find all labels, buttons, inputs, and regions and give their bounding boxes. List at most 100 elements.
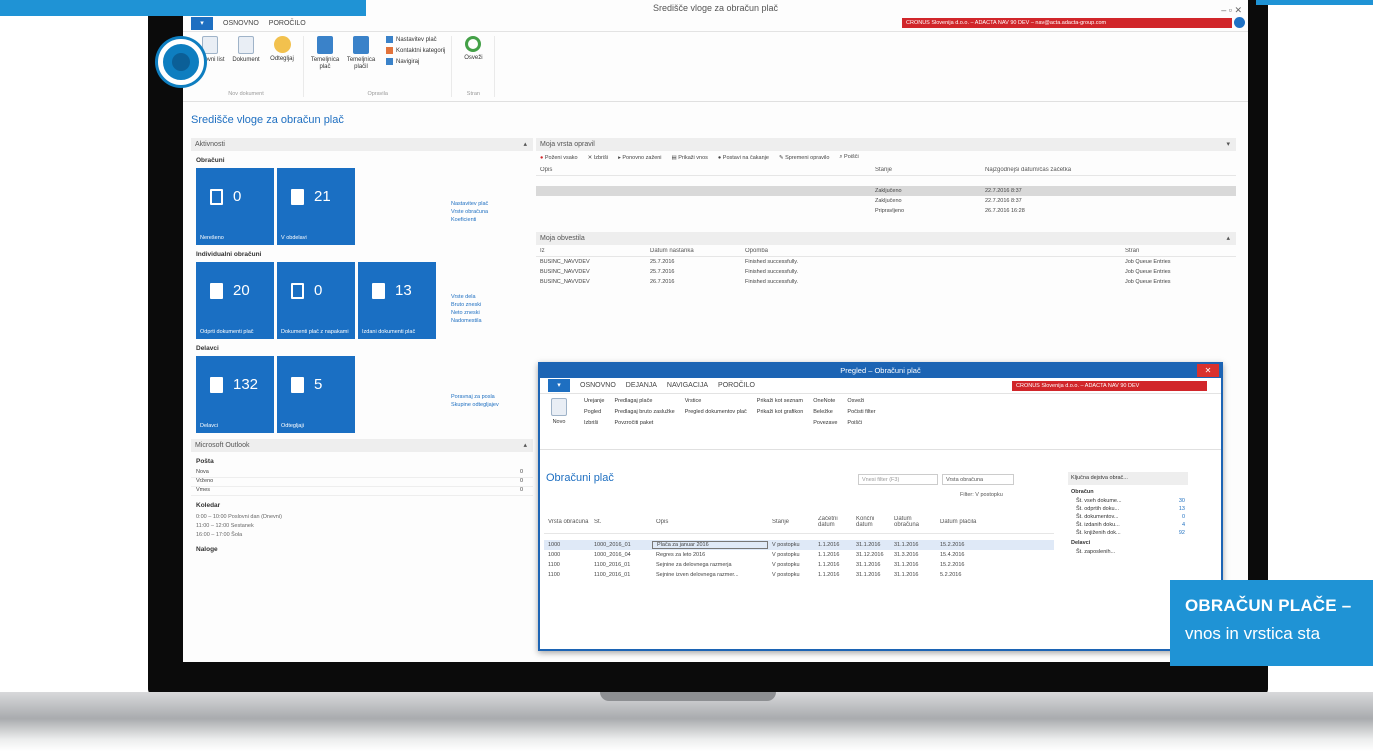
activities-header[interactable]: Aktivnosti ▴ bbox=[191, 138, 533, 151]
table-row[interactable]: Zaključeno 22.7.2016 8:37 bbox=[536, 186, 1236, 196]
table-row[interactable]: BUSINC_NAVVDEV 25.7.2016 Finished successf… bbox=[536, 267, 1236, 277]
list-item[interactable]: 11:00 – 12:00 Sestanek bbox=[196, 522, 533, 531]
edit-button[interactable]: Urejanje bbox=[584, 398, 604, 404]
payroll-journal-button[interactable]: Temeljnica plač bbox=[310, 36, 340, 71]
table-row[interactable]: Pripravljeno 26.7.2016 16:28 bbox=[536, 206, 1236, 216]
restart-button[interactable]: ▸ Ponovno zaženi bbox=[618, 155, 661, 161]
payroll-setup-link[interactable]: Nastavitev plač bbox=[386, 36, 445, 43]
navigate-link[interactable]: Navigiraj bbox=[386, 58, 445, 65]
find-button[interactable]: ⌕ Poišči bbox=[839, 154, 858, 161]
link-settle[interactable]: Poravnaj za posla bbox=[451, 393, 499, 401]
delete-button[interactable]: ✕ Izbriši bbox=[588, 155, 609, 161]
list-item[interactable]: 16:00 – 17:00 Šola bbox=[196, 531, 533, 540]
notes-button[interactable]: Beležke bbox=[813, 409, 837, 415]
list-item[interactable]: Št. knjiženih dok... 92 bbox=[1068, 529, 1188, 537]
link-coefficients[interactable]: Koeficienti bbox=[451, 216, 488, 224]
table-row[interactable]: 1000 1000_2016_04 Regres za leto 2016 V pos… bbox=[544, 550, 1054, 560]
popup-find-button[interactable]: Poišči bbox=[847, 420, 875, 426]
popup-file-button[interactable]: ▾ bbox=[548, 379, 570, 392]
collapse-icon[interactable]: ▴ bbox=[1226, 232, 1230, 245]
factbox-title[interactable]: Ključna dejstva obrač... bbox=[1068, 472, 1188, 485]
payment-journal-button[interactable]: Temeljnica plačil bbox=[346, 36, 376, 71]
new-document-button[interactable]: Dokument bbox=[231, 36, 261, 64]
link-work-types[interactable]: Vrste dela bbox=[451, 293, 482, 301]
new-deduction-button[interactable]: Odtegljaj bbox=[267, 36, 297, 64]
new-button[interactable]: Novo bbox=[544, 398, 574, 445]
list-item[interactable]: Št. izdanih doku... 4 bbox=[1068, 521, 1188, 529]
list-item[interactable]: Št. vseh dokume... 30 bbox=[1068, 497, 1188, 505]
table-row[interactable]: Zaključeno 22.7.2016 8:37 bbox=[536, 196, 1236, 206]
contact-categories-link[interactable]: Kontaktni kategorij bbox=[386, 47, 445, 54]
delete-button[interactable]: Izbriši bbox=[584, 420, 604, 426]
file-menu-button[interactable]: ▾ bbox=[191, 17, 213, 30]
window-controls[interactable]: – ▫ ✕ bbox=[1221, 2, 1242, 18]
tile-error-documents[interactable]: 0 Dokumenti plač z napakami bbox=[277, 262, 355, 339]
search-input[interactable]: Vnesi filter (F3) bbox=[858, 474, 938, 485]
show-list-button[interactable]: Prikaži kot seznam bbox=[757, 398, 803, 404]
tab-osnovno[interactable]: OSNOVNO bbox=[223, 20, 259, 27]
document-icon bbox=[238, 36, 254, 54]
documents-overview-button[interactable]: Pregled dokumentov plač bbox=[685, 409, 747, 415]
hold-button[interactable]: ● Postavi na čakanje bbox=[718, 155, 769, 161]
tab-porocilo[interactable]: POROČILO bbox=[269, 20, 306, 27]
tile-deductions[interactable]: 5 Odtegljaji bbox=[277, 356, 355, 433]
show-entry-button[interactable]: ▤ Prikaži vnos bbox=[672, 155, 708, 161]
link-payroll-types[interactable]: Vrste obračuna bbox=[451, 208, 488, 216]
tile-open-documents[interactable]: 20 Odprti dokumenti plač bbox=[196, 262, 274, 339]
show-chart-button[interactable]: Prikaži kot grafikon bbox=[757, 409, 803, 415]
queue-header[interactable]: Moja vrsta opravil ▾ bbox=[536, 138, 1236, 151]
suggest-payroll-button[interactable]: Predlagaj plače bbox=[614, 398, 674, 404]
collapse-icon[interactable]: ▴ bbox=[523, 138, 527, 151]
popup-refresh-button[interactable]: Osveži bbox=[847, 398, 875, 404]
refresh-button[interactable]: Osveži bbox=[458, 36, 488, 62]
create-batch-button[interactable]: Povzročiti paket bbox=[614, 420, 674, 426]
link-deduction-groups[interactable]: Skupine odtegljajev bbox=[451, 401, 499, 409]
outlook-header[interactable]: Microsoft Outlook ▴ bbox=[191, 439, 533, 452]
table-row[interactable]: 1000 1000_2016_01 Plača za januar 2016 V po… bbox=[544, 540, 1054, 550]
link-gross-amounts[interactable]: Bruto zneski bbox=[451, 301, 482, 309]
view-button[interactable]: Pogled bbox=[584, 409, 604, 415]
help-icon[interactable] bbox=[1234, 17, 1245, 28]
app-window: Središče vloge za obračun plač – ▫ ✕ ▾ O… bbox=[183, 0, 1248, 662]
list-item[interactable]: Vrženo 0 bbox=[191, 478, 533, 487]
lines-button[interactable]: Vrstice bbox=[685, 398, 747, 404]
documents-icon bbox=[210, 376, 223, 393]
list-item[interactable]: Št. dokumentov... 0 bbox=[1068, 513, 1188, 521]
journal-icon bbox=[317, 36, 333, 54]
notes-header[interactable]: Moja obvestila ▴ bbox=[536, 232, 1236, 245]
tile-issued-documents[interactable]: 13 Izdani dokumenti plač bbox=[358, 262, 436, 339]
tile-employees[interactable]: 132 Delavci bbox=[196, 356, 274, 433]
run-button[interactable]: ● Poženi vsako bbox=[540, 155, 578, 161]
right-column: Moja vrsta opravil ▾ ● Poženi vsako ✕ Izb… bbox=[536, 138, 1236, 287]
suggest-gross-button[interactable]: Predlagaj bruto zaslužke bbox=[614, 409, 674, 415]
link-payroll-setup[interactable]: Nastavitev plač bbox=[451, 200, 488, 208]
tab-navigacija[interactable]: NAVIGACIJA bbox=[667, 382, 708, 389]
clear-filter-button[interactable]: Počisti filter bbox=[847, 409, 875, 415]
filter-select[interactable]: Vrsta obračuna bbox=[942, 474, 1014, 485]
promo-dash: – bbox=[1341, 596, 1352, 615]
top-right-strip bbox=[1256, 0, 1373, 5]
list-item[interactable]: Vmes 0 bbox=[191, 487, 533, 496]
list-item[interactable]: 0:00 – 10:00 Poslovni dan (Dnevni) bbox=[196, 513, 533, 522]
collapse-icon[interactable]: ▾ bbox=[1226, 138, 1230, 151]
link-net-amounts[interactable]: Neto zneski bbox=[451, 309, 482, 317]
table-row[interactable] bbox=[536, 176, 1236, 186]
table-row[interactable]: 1100 1100_2016_01 Sejnine za delovnega raz… bbox=[544, 560, 1054, 570]
tile-unresolved[interactable]: 0 Nerešeno bbox=[196, 168, 274, 245]
tab-porocilo[interactable]: POROČILO bbox=[718, 382, 755, 389]
list-item[interactable]: Nova 0 bbox=[191, 469, 533, 478]
table-row[interactable]: 1100 1100_2016_01 Sejnine izven delovnega … bbox=[544, 570, 1054, 580]
list-item[interactable]: Št. odprtih doku... 13 bbox=[1068, 505, 1188, 513]
list-item[interactable]: Št. zaposlenih... bbox=[1068, 548, 1188, 556]
table-row[interactable]: BUSINC_NAVVDEV 25.7.2016 Finished successf… bbox=[536, 257, 1236, 267]
close-icon[interactable]: ✕ bbox=[1197, 364, 1219, 377]
links-button[interactable]: Povezave bbox=[813, 420, 837, 426]
onenote-button[interactable]: OneNote bbox=[813, 398, 837, 404]
tile-in-progress[interactable]: 21 V obdelavi bbox=[277, 168, 355, 245]
edit-task-button[interactable]: ✎ Spremeni opravilo bbox=[779, 155, 829, 161]
table-row[interactable]: BUSINC_NAVVDEV 26.7.2016 Finished successf… bbox=[536, 277, 1236, 287]
link-compensations[interactable]: Nadomestila bbox=[451, 317, 482, 325]
collapse-icon[interactable]: ▴ bbox=[523, 439, 527, 452]
tab-osnovno[interactable]: OSNOVNO bbox=[580, 382, 616, 389]
tab-dejanja[interactable]: DEJANJA bbox=[626, 382, 657, 389]
